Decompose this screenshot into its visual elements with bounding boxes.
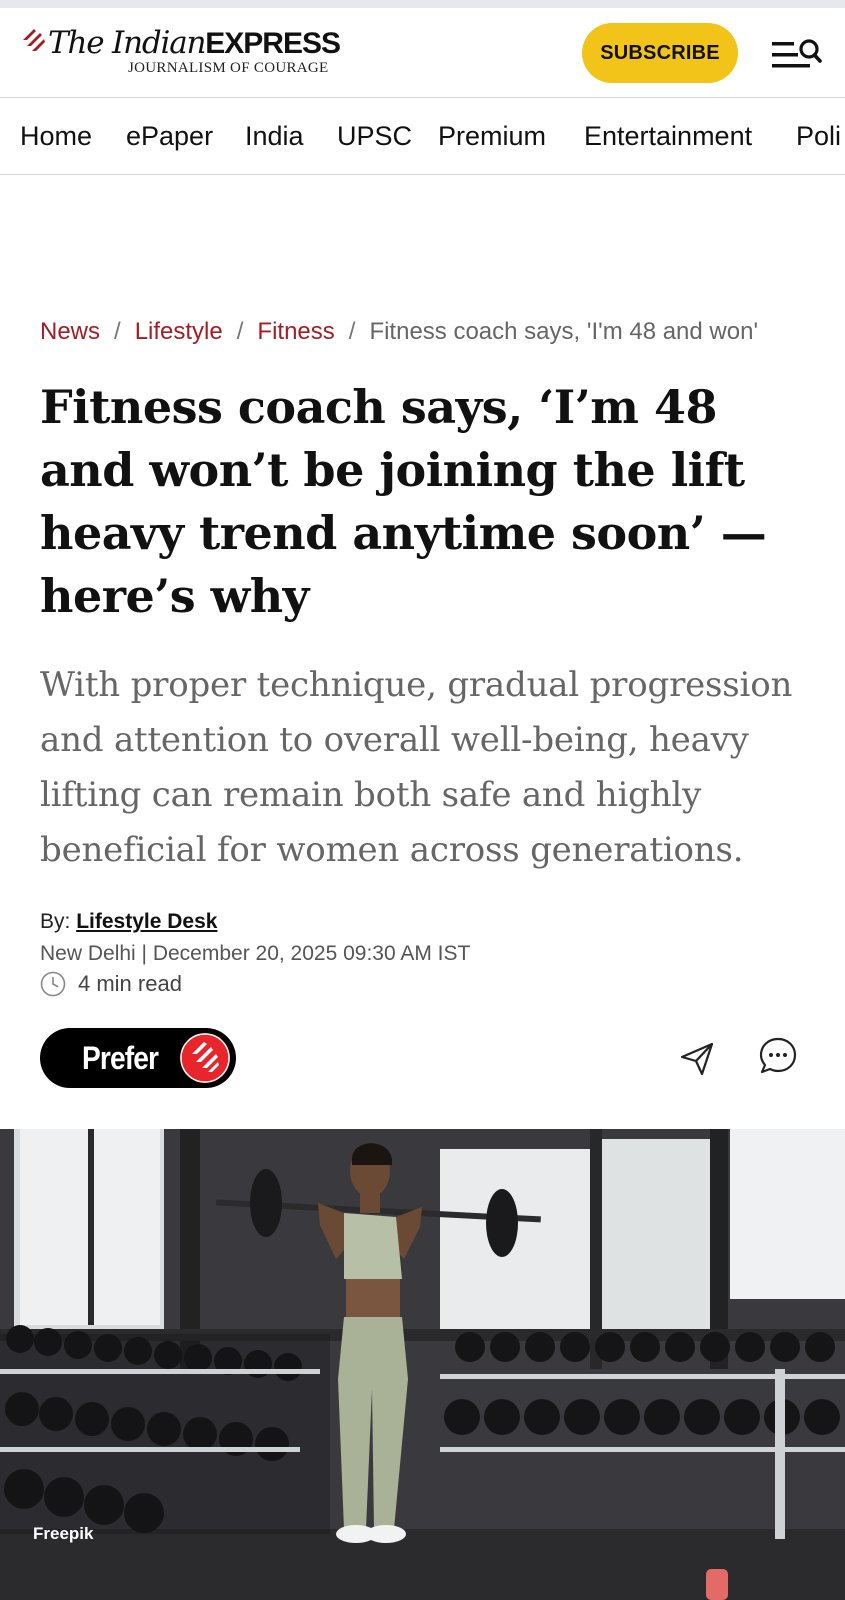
breadcrumb-separator: /	[114, 318, 121, 345]
dateline: New Delhi | December 20, 2025 09:30 AM I…	[40, 942, 471, 965]
nav-item-india[interactable]: India	[245, 98, 304, 174]
top-status-strip	[0, 0, 845, 8]
breadcrumb-fitness[interactable]: Fitness	[257, 318, 334, 345]
read-time: 4 min read	[40, 970, 182, 998]
site-header: The IndianEXPRESS JOURNALISM OF COURAGE …	[0, 8, 845, 98]
breadcrumb: News / Lifestyle / Fitness / Fitness coach say…	[40, 314, 840, 350]
main-nav: Home ePaper India UPSC Premium Entertain…	[0, 98, 845, 175]
article-standfirst: With proper technique, gradual progressi…	[40, 665, 793, 870]
nav-item-upsc[interactable]: UPSC	[337, 98, 412, 174]
express-logo-icon	[23, 29, 45, 51]
nav-item-entertainment[interactable]: Entertainment	[584, 98, 752, 174]
logo-tagline: JOURNALISM OF COURAGE	[128, 60, 329, 76]
breadcrumb-separator: /	[348, 318, 356, 345]
author-link[interactable]: Lifestyle Desk	[76, 910, 217, 933]
express-badge-icon	[180, 1033, 230, 1083]
breadcrumb-separator: /	[236, 318, 244, 345]
prefer-button[interactable]: Prefer	[40, 1028, 236, 1088]
breadcrumb-lifestyle[interactable]: Lifestyle	[135, 318, 223, 345]
send-icon[interactable]	[678, 1040, 716, 1078]
nav-item-premium[interactable]: Premium	[438, 98, 546, 174]
byline-prefix: By:	[40, 910, 71, 933]
prefer-label: Prefer	[82, 1039, 159, 1076]
read-time-label: 4 min read	[78, 971, 182, 996]
comment-icon[interactable]	[758, 1036, 798, 1076]
nav-item-home[interactable]: Home	[20, 98, 92, 174]
hero-illustration	[0, 1129, 845, 1600]
nav-item-epaper[interactable]: ePaper	[126, 98, 213, 174]
article-headline: Fitness coach says, ‘I’m 48 and won’t be…	[40, 380, 767, 623]
menu-search-icon[interactable]	[770, 34, 822, 74]
nav-item-politics[interactable]: Poli	[796, 98, 841, 174]
byline: By: Lifestyle Desk	[40, 908, 217, 936]
logo-title-italic: The Indian	[48, 25, 206, 61]
logo-title-bold: EXPRESS	[205, 27, 341, 60]
site-logo[interactable]: The IndianEXPRESS JOURNALISM OF COURAGE	[20, 24, 350, 86]
breadcrumb-current: Fitness coach says, 'I'm 48 and won'	[369, 318, 759, 345]
hero-image: Freepik	[0, 1129, 845, 1600]
subscribe-button[interactable]: SUBSCRIBE	[582, 23, 738, 83]
breadcrumb-news[interactable]: News	[40, 318, 100, 345]
image-credit: Freepik	[33, 1524, 94, 1543]
clock-icon	[40, 971, 66, 997]
